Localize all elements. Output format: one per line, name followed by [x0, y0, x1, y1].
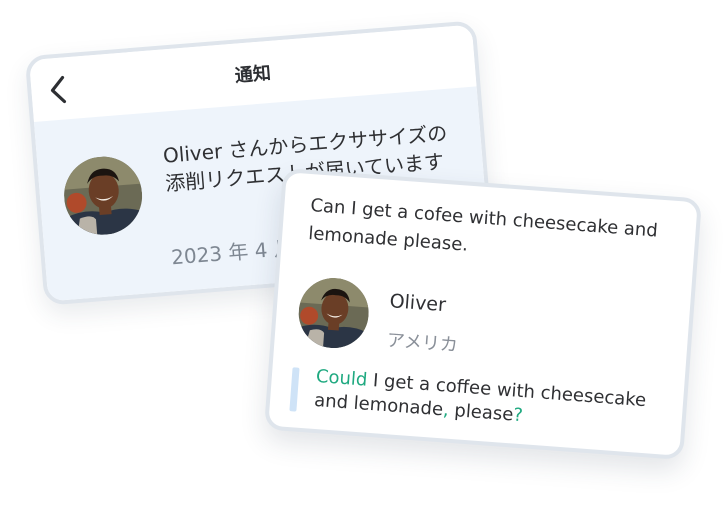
- quote-bar: [289, 367, 300, 412]
- user-name: Oliver: [388, 290, 447, 317]
- correction-addition: ?: [512, 404, 524, 427]
- user-country: アメリカ: [386, 330, 459, 357]
- app-stage: 通知 Oliver さんからエクササイズの添削リクエストが届いています 2023…: [0, 0, 728, 516]
- corrected-sentence: Could I get a coffee with cheesecake and…: [313, 365, 666, 439]
- user-avatar: [61, 153, 146, 238]
- corrected-text-segment: please: [447, 399, 515, 426]
- correction-addition: Could: [315, 365, 369, 391]
- correction-card[interactable]: Can I get a cofee with cheesecake and le…: [263, 167, 703, 461]
- original-sentence: Can I get a cofee with cheesecake and le…: [307, 195, 659, 256]
- user-avatar: [296, 275, 372, 351]
